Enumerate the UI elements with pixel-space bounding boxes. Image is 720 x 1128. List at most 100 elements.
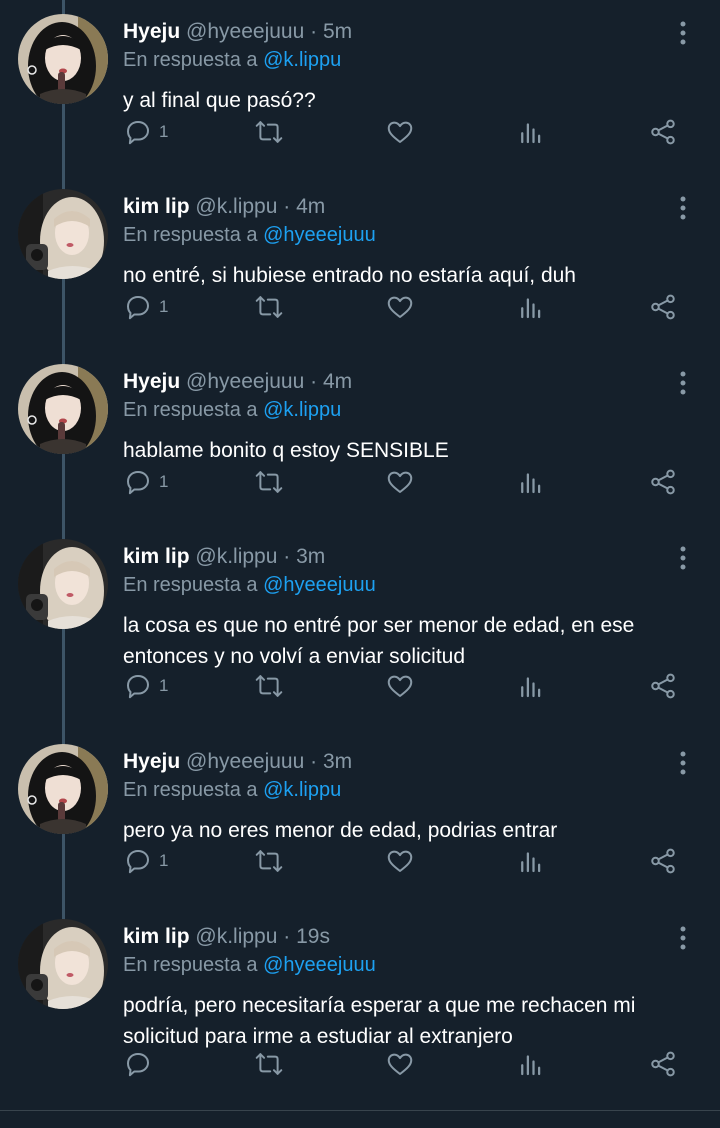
tweet-header: kim lip @k.lippu · 19s <box>123 922 660 952</box>
more-vertical-icon[interactable] <box>668 193 698 223</box>
reply-prefix: En respuesta a <box>123 49 258 71</box>
share-button[interactable] <box>648 669 678 703</box>
like-button[interactable] <box>385 115 415 149</box>
tweet-actions: 1 <box>0 669 720 703</box>
tweet[interactable]: Hyeju @hyeeejuuu · 3m En respuesta a @k.l… <box>0 730 720 905</box>
avatar[interactable] <box>18 744 108 834</box>
mention-link[interactable]: @hyeeejuuu <box>263 954 376 976</box>
analytics-icon <box>516 292 546 322</box>
user-handle[interactable]: @hyeeejuuu <box>186 20 304 43</box>
reply-context: En respuesta a @k.lippu <box>123 46 341 74</box>
reply-button[interactable] <box>123 1047 159 1081</box>
avatar[interactable] <box>18 189 108 279</box>
reply-button[interactable]: 1 <box>123 669 168 703</box>
tweet-text-line: pero ya no eres menor de edad, podrias e… <box>123 819 558 842</box>
display-name[interactable]: kim lip <box>123 545 190 568</box>
display-name[interactable]: kim lip <box>123 925 190 948</box>
share-button[interactable] <box>648 1047 678 1081</box>
display-name[interactable]: Hyeju <box>123 20 180 43</box>
like-button[interactable] <box>385 669 415 703</box>
retweet-icon <box>253 467 285 497</box>
tweet-header: Hyeju @hyeeejuuu · 4m <box>123 367 660 397</box>
display-name[interactable]: kim lip <box>123 195 190 218</box>
reply-context: En respuesta a @hyeeejuuu <box>123 951 376 979</box>
user-handle[interactable]: @k.lippu <box>195 545 277 568</box>
retweet-button[interactable] <box>253 290 285 324</box>
timestamp[interactable]: 5m <box>323 20 352 43</box>
more-vertical-icon[interactable] <box>668 748 698 778</box>
share-button[interactable] <box>648 465 678 499</box>
heart-icon <box>385 846 415 876</box>
display-name[interactable]: Hyeju <box>123 750 180 773</box>
retweet-button[interactable] <box>253 115 285 149</box>
user-handle[interactable]: @k.lippu <box>195 195 277 218</box>
tweet-text: y al final que pasó?? <box>123 85 683 116</box>
analytics-button[interactable] <box>516 669 546 703</box>
timestamp[interactable]: 4m <box>323 370 352 393</box>
timestamp[interactable]: 19s <box>296 925 330 948</box>
divider <box>0 1110 720 1111</box>
analytics-button[interactable] <box>516 465 546 499</box>
timestamp[interactable]: 4m <box>296 195 325 218</box>
retweet-button[interactable] <box>253 465 285 499</box>
reply-context: En respuesta a @k.lippu <box>123 396 341 424</box>
timestamp[interactable]: 3m <box>323 750 352 773</box>
reply-prefix: En respuesta a <box>123 954 258 976</box>
heart-icon <box>385 117 415 147</box>
like-button[interactable] <box>385 844 415 878</box>
share-icon <box>648 467 678 497</box>
separator-dot: · <box>310 370 318 393</box>
reply-button[interactable]: 1 <box>123 465 168 499</box>
analytics-button[interactable] <box>516 290 546 324</box>
analytics-button[interactable] <box>516 115 546 149</box>
more-vertical-icon[interactable] <box>668 543 698 573</box>
separator-dot: · <box>283 545 291 568</box>
tweet-header: kim lip @k.lippu · 3m <box>123 542 660 572</box>
analytics-icon <box>516 846 546 876</box>
avatar[interactable] <box>18 14 108 104</box>
user-handle[interactable]: @hyeeejuuu <box>186 750 304 773</box>
retweet-button[interactable] <box>253 1047 285 1081</box>
tweet-actions: 1 <box>0 290 720 324</box>
reply-button[interactable]: 1 <box>123 844 168 878</box>
mention-link[interactable]: @k.lippu <box>263 399 341 421</box>
user-handle[interactable]: @hyeeejuuu <box>186 370 304 393</box>
mention-link[interactable]: @hyeeejuuu <box>263 224 376 246</box>
share-button[interactable] <box>648 290 678 324</box>
retweet-icon <box>253 292 285 322</box>
retweet-button[interactable] <box>253 844 285 878</box>
avatar[interactable] <box>18 919 108 1009</box>
reply-icon <box>123 117 153 147</box>
tweet-text-line: y al final que pasó?? <box>123 89 316 112</box>
mention-link[interactable]: @k.lippu <box>263 49 341 71</box>
reply-count: 1 <box>159 297 169 316</box>
analytics-icon <box>516 1049 546 1079</box>
heart-icon <box>385 292 415 322</box>
avatar[interactable] <box>18 539 108 629</box>
reply-count: 1 <box>159 676 169 695</box>
mention-link[interactable]: @hyeeejuuu <box>263 574 376 596</box>
reply-button[interactable]: 1 <box>123 290 168 324</box>
mention-link[interactable]: @k.lippu <box>263 779 341 801</box>
like-button[interactable] <box>385 1047 415 1081</box>
more-vertical-icon[interactable] <box>668 923 698 953</box>
avatar[interactable] <box>18 364 108 454</box>
separator-dot: · <box>283 925 291 948</box>
reply-button[interactable]: 1 <box>123 115 168 149</box>
reply-prefix: En respuesta a <box>123 779 258 801</box>
retweet-icon <box>253 671 285 701</box>
display-name[interactable]: Hyeju <box>123 370 180 393</box>
more-vertical-icon[interactable] <box>668 18 698 48</box>
timestamp[interactable]: 3m <box>296 545 325 568</box>
user-handle[interactable]: @k.lippu <box>195 925 277 948</box>
analytics-button[interactable] <box>516 844 546 878</box>
like-button[interactable] <box>385 290 415 324</box>
like-button[interactable] <box>385 465 415 499</box>
reply-context: En respuesta a @hyeeejuuu <box>123 571 376 599</box>
share-button[interactable] <box>648 844 678 878</box>
tweet-actions: 1 <box>0 115 720 149</box>
retweet-button[interactable] <box>253 669 285 703</box>
share-button[interactable] <box>648 115 678 149</box>
analytics-button[interactable] <box>516 1047 546 1081</box>
more-vertical-icon[interactable] <box>668 368 698 398</box>
